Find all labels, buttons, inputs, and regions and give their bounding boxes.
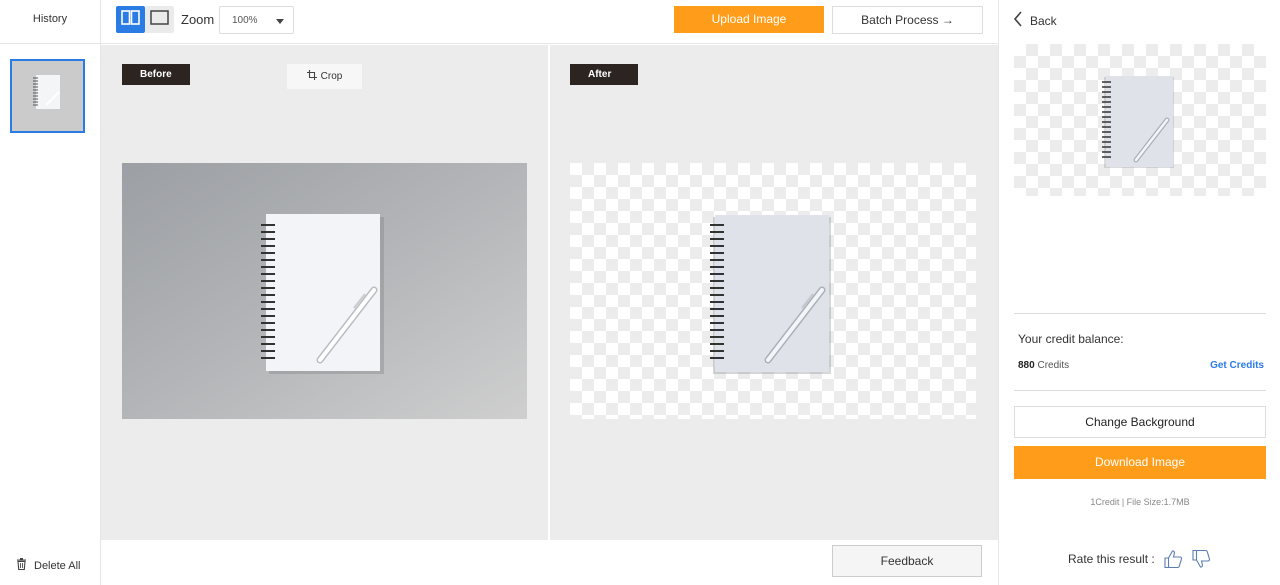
right-panel: Back Your credit balance: 880 Credits Ge… bbox=[998, 0, 1280, 585]
rate-result: Rate this result : bbox=[1068, 549, 1211, 569]
batch-process-button[interactable]: Batch Process → bbox=[832, 6, 983, 34]
split-view-button[interactable] bbox=[116, 6, 145, 33]
change-background-button[interactable]: Change Background bbox=[1014, 406, 1266, 438]
after-pane: After bbox=[550, 45, 998, 540]
thumbs-down-icon[interactable] bbox=[1191, 549, 1211, 569]
crop-label: Crop bbox=[320, 71, 343, 82]
before-tag: Before bbox=[122, 64, 190, 85]
crop-icon bbox=[306, 70, 317, 83]
credit-count-number: 880 bbox=[1018, 360, 1035, 371]
back-label: Back bbox=[1030, 13, 1057, 28]
history-panel: History Delete All bbox=[0, 0, 101, 585]
trash-icon bbox=[16, 558, 27, 573]
after-image bbox=[570, 163, 976, 419]
zoom-label: Zoom bbox=[181, 12, 215, 27]
bottom-bar: Feedback bbox=[101, 540, 998, 585]
feedback-button[interactable]: Feedback bbox=[832, 545, 982, 577]
split-view-icon bbox=[121, 9, 140, 30]
before-image bbox=[122, 163, 527, 419]
credit-balance-label: Your credit balance: bbox=[1018, 332, 1124, 346]
result-preview bbox=[1014, 44, 1266, 196]
history-title: History bbox=[0, 0, 100, 44]
delete-all-button[interactable]: Delete All bbox=[16, 558, 80, 573]
thumbs-up-icon[interactable] bbox=[1163, 549, 1183, 569]
after-tag: After bbox=[570, 64, 638, 85]
back-button[interactable]: Back bbox=[1013, 11, 1057, 30]
crop-button[interactable]: Crop bbox=[287, 64, 362, 89]
single-view-icon bbox=[150, 9, 169, 30]
get-credits-link[interactable]: Get Credits bbox=[1210, 360, 1264, 371]
credit-count: 880 Credits bbox=[1018, 360, 1069, 371]
credit-count-unit: Credits bbox=[1034, 360, 1070, 371]
history-thumbnail[interactable] bbox=[10, 59, 85, 133]
chevron-down-icon bbox=[276, 19, 284, 24]
before-pane: Before Crop bbox=[101, 45, 548, 540]
divider bbox=[1014, 390, 1266, 391]
delete-all-label: Delete All bbox=[34, 559, 81, 572]
zoom-select[interactable]: 100% bbox=[219, 6, 294, 34]
rate-label: Rate this result : bbox=[1068, 552, 1155, 566]
chevron-left-icon bbox=[1013, 11, 1023, 30]
single-view-button[interactable] bbox=[145, 6, 174, 33]
toolbar: Zoom 100% Upload Image Batch Process → bbox=[101, 0, 998, 44]
file-info: 1Credit | File Size:1.7MB bbox=[1090, 497, 1190, 507]
upload-image-button[interactable]: Upload Image bbox=[674, 6, 824, 33]
divider bbox=[1014, 313, 1266, 314]
zoom-value: 100% bbox=[232, 15, 258, 26]
download-image-button[interactable]: Download Image bbox=[1014, 446, 1266, 479]
